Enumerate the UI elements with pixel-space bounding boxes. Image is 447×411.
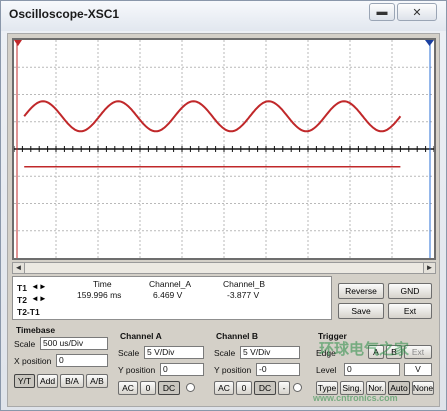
trigger-auto-button[interactable]: Auto <box>388 381 410 395</box>
trigger-type-button[interactable]: Type <box>316 381 338 395</box>
trigger-level-unit[interactable]: V <box>404 363 432 376</box>
timebase-scale-label: Scale <box>14 339 36 349</box>
scroll-left-arrow-icon[interactable]: ◄ <box>13 263 25 273</box>
t2-label: T2 <box>17 295 27 305</box>
scope-graph <box>14 40 434 258</box>
channel-a-header: Channel_A <box>149 279 192 289</box>
timebase-scale-field[interactable]: 500 us/Div <box>40 337 108 350</box>
measurement-readout: T1 ◄► T2 ◄► T2-T1 Time Channel_A Channel… <box>12 276 332 320</box>
trigger-source-ext-button[interactable]: Ext <box>404 345 432 359</box>
oscilloscope-panel: ◄ ► T1 ◄► T2 ◄► T2-T1 Time Channel_A Cha… <box>7 33 440 407</box>
t1-time-value: 159.996 ms <box>77 290 122 300</box>
t2-t1-label: T2-T1 <box>17 307 40 317</box>
channel-b-dc-button[interactable]: DC <box>254 381 276 395</box>
channel-a-radio-icon[interactable] <box>186 383 195 392</box>
add-mode-button[interactable]: Add <box>37 374 58 388</box>
trigger-source-a-button[interactable]: A <box>368 345 384 359</box>
scroll-right-arrow-icon[interactable]: ► <box>423 263 435 273</box>
trigger-normal-button[interactable]: Nor. <box>366 381 386 395</box>
ab-mode-button[interactable]: A/B <box>86 374 108 388</box>
t2-arrows-icon[interactable]: ◄► <box>31 294 47 303</box>
channel-a-scale-field[interactable]: 5 V/Div <box>144 346 204 359</box>
trigger-none-button[interactable]: None <box>412 381 434 395</box>
title-bar[interactable]: Oscilloscope-XSC1 ▬ ✕ <box>1 1 446 31</box>
yt-mode-button[interactable]: Y/T <box>14 374 35 388</box>
x-position-field[interactable]: 0 <box>56 354 108 367</box>
channel-a-scale-label: Scale <box>118 348 140 358</box>
save-button[interactable]: Save <box>338 303 384 319</box>
channel-a-ypos-field[interactable]: 0 <box>160 363 204 376</box>
channel-b-invert-button[interactable]: - <box>278 381 290 395</box>
t1-channel-a-value: 6.469 V <box>153 290 183 300</box>
cursor-t2-marker-icon <box>425 40 434 46</box>
channel-b-scale-field[interactable]: 5 V/Div <box>240 346 300 359</box>
channel-b-header: Channel_B <box>223 279 266 289</box>
channel-b-label: Channel B <box>216 331 259 341</box>
scope-display <box>12 38 436 260</box>
trigger-edge-label: Edge <box>316 348 336 358</box>
trigger-level-field[interactable]: 0 <box>344 363 400 376</box>
t1-channel-b-value: -3.877 V <box>227 290 260 300</box>
channel-a-zero-button[interactable]: 0 <box>140 381 156 395</box>
t1-label: T1 <box>17 283 27 293</box>
trigger-single-button[interactable]: Sing. <box>340 381 364 395</box>
trigger-source-b-button[interactable]: B <box>386 345 402 359</box>
cursor-t1-marker-icon <box>14 40 22 46</box>
t1-arrows-icon[interactable]: ◄► <box>31 282 47 291</box>
ext-trigger-button[interactable]: Ext <box>388 303 432 319</box>
channel-a-label: Channel A <box>120 331 162 341</box>
trigger-label: Trigger <box>318 331 347 341</box>
channel-a-trace <box>23 100 402 133</box>
close-button[interactable]: ✕ <box>397 3 437 21</box>
ground-button[interactable]: GND <box>388 283 432 299</box>
oscilloscope-window: Oscilloscope-XSC1 ▬ ✕ ◄ ► T1 ◄► T2 ◄► T2… <box>0 0 447 411</box>
x-position-label: X position <box>14 356 52 366</box>
channel-b-ac-button[interactable]: AC <box>214 381 234 395</box>
time-header: Time <box>93 279 112 289</box>
trigger-level-label: Level <box>316 365 337 375</box>
reverse-button[interactable]: Reverse <box>338 283 384 299</box>
channel-b-zero-button[interactable]: 0 <box>236 381 252 395</box>
channel-b-scale-label: Scale <box>214 348 236 358</box>
channel-b-radio-icon[interactable] <box>293 383 302 392</box>
ba-mode-button[interactable]: B/A <box>60 374 84 388</box>
timebase-label: Timebase <box>16 325 56 335</box>
channel-a-ac-button[interactable]: AC <box>118 381 138 395</box>
channel-b-ypos-field[interactable]: -0 <box>256 363 300 376</box>
channel-b-ypos-label: Y position <box>214 365 252 375</box>
channel-a-dc-button[interactable]: DC <box>158 381 180 395</box>
window-title: Oscilloscope-XSC1 <box>9 7 120 21</box>
horizontal-scrollbar[interactable]: ◄ ► <box>12 262 436 274</box>
minimize-button[interactable]: ▬ <box>369 3 395 21</box>
channel-a-ypos-label: Y position <box>118 365 156 375</box>
